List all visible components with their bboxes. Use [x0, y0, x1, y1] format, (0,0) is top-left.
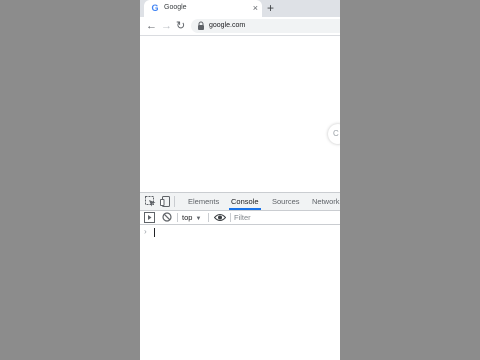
inspect-element-icon[interactable] [145, 196, 156, 207]
console-output[interactable]: › [140, 225, 340, 360]
lock-icon[interactable] [197, 21, 205, 31]
prompt-chevron-icon: › [144, 227, 147, 236]
google-favicon-icon: G [151, 3, 159, 13]
device-toggle-icon[interactable] [160, 196, 171, 207]
tab-elements[interactable]: Elements [186, 193, 221, 210]
tab-strip: G Google × + [140, 0, 340, 17]
tab-sources[interactable]: Sources [270, 193, 302, 210]
console-prompt-cursor[interactable] [154, 228, 155, 237]
filter-input[interactable] [234, 212, 338, 223]
browser-toolbar: ← → ↻ google.com [140, 17, 340, 36]
browser-window: G Google × + ← → ↻ google.com C Elements… [140, 0, 340, 360]
address-bar[interactable]: google.com [191, 19, 340, 33]
side-bubble[interactable]: C [328, 124, 340, 144]
context-selector[interactable]: top ▼ [182, 211, 201, 224]
eye-icon[interactable] [214, 213, 226, 222]
console-toolbar: top ▼ [140, 211, 340, 225]
url-text[interactable]: google.com [209, 21, 245, 31]
close-icon[interactable]: × [253, 3, 258, 13]
tab-console[interactable]: Console [229, 193, 261, 210]
page-content: C [140, 36, 340, 192]
back-arrow-icon[interactable]: ← [146, 18, 157, 34]
devtools-tab-bar: Elements Console Sources Network [140, 192, 340, 211]
chevron-down-icon: ▼ [195, 216, 202, 222]
clear-console-icon[interactable] [162, 212, 172, 222]
tab-title: Google [164, 4, 187, 11]
plus-icon[interactable]: + [267, 1, 274, 15]
side-bubble-glyph: C [333, 129, 339, 138]
tab-google[interactable]: G Google × [144, 0, 262, 17]
toolbar-divider [174, 196, 175, 207]
tab-network[interactable]: Network [310, 193, 340, 210]
context-value: top [182, 213, 193, 222]
toolbar-divider [230, 213, 231, 222]
toolbar-divider [208, 213, 209, 222]
sidebar-toggle-icon[interactable] [144, 212, 155, 223]
forward-arrow-icon[interactable]: → [161, 18, 172, 34]
toolbar-divider [177, 213, 178, 222]
reload-icon[interactable]: ↻ [176, 18, 185, 34]
